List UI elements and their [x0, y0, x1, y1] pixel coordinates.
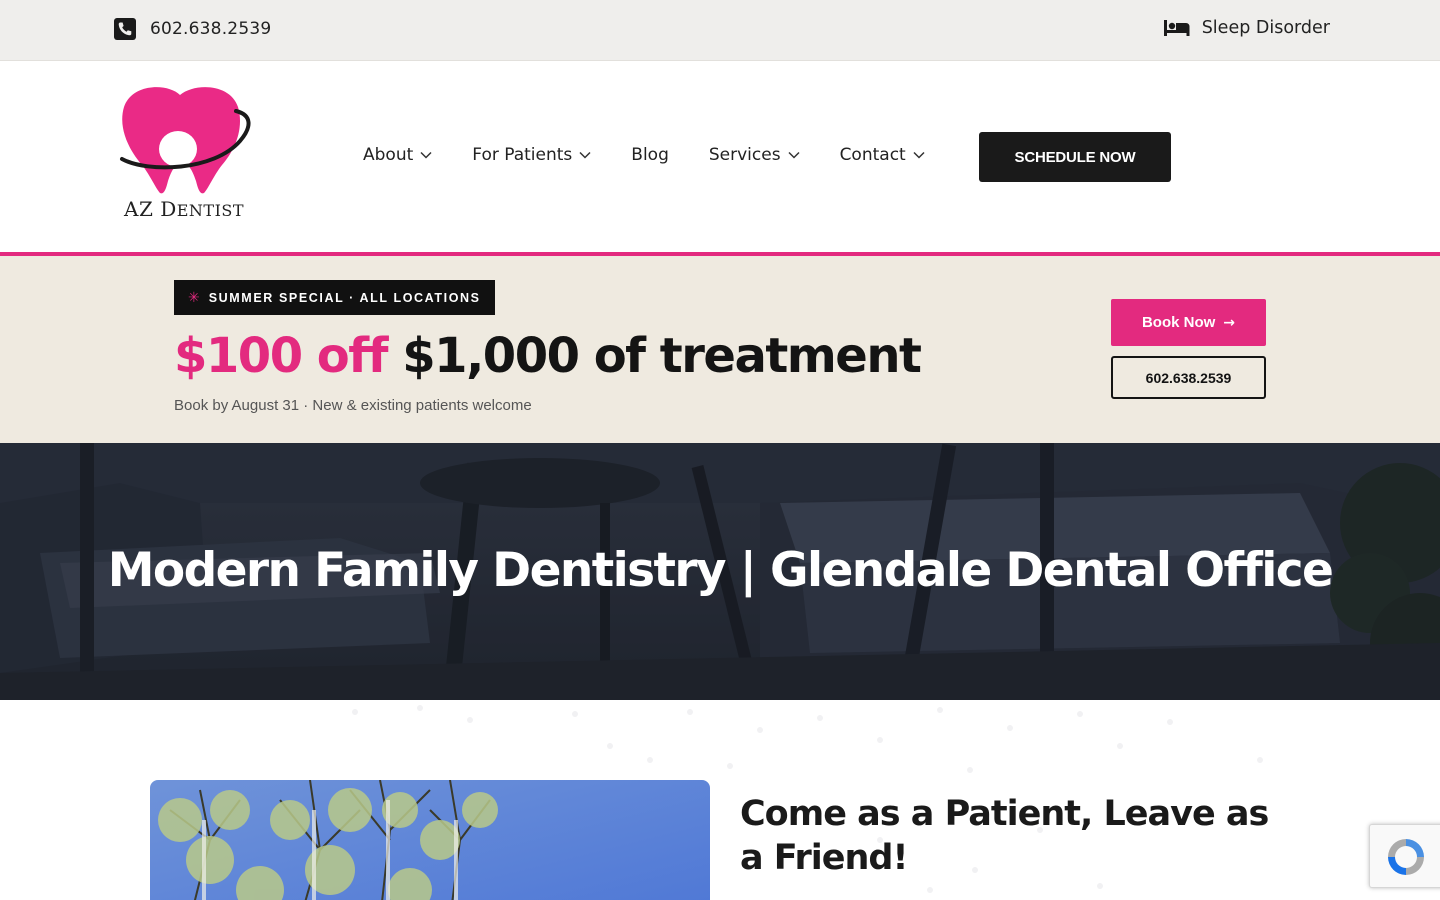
- top-phone-link[interactable]: 602.638.2539: [114, 18, 271, 40]
- chevron-down-icon: [579, 151, 591, 159]
- nav-services[interactable]: Services: [709, 145, 800, 165]
- sleep-disorder-label: Sleep Disorder: [1201, 18, 1330, 38]
- nav-services-label: Services: [708, 145, 781, 165]
- nav-for-patients-label: For Patients: [472, 145, 573, 165]
- intro-heading: Come as a Patient, Leave as a Friend!: [740, 794, 1269, 878]
- az-dentist-logo[interactable]: AZ DENTIST: [118, 85, 258, 225]
- chevron-down-icon: [420, 151, 432, 159]
- bed-icon: [1163, 20, 1190, 36]
- site-header: AZ DENTIST About For Patients Blog Servi…: [0, 61, 1440, 252]
- promo-headline: $100 off $1,000 of treatment: [174, 328, 922, 384]
- logo-text-main: AZ D: [124, 197, 177, 221]
- hero-banner: Modern Family Dentistry | Glendale Denta…: [0, 443, 1440, 700]
- book-now-label: Book Now: [1141, 314, 1216, 331]
- promo-threshold: $1,000 of treatment: [402, 328, 922, 384]
- nav-blog-label: Blog: [631, 145, 669, 165]
- logo-text-small: ENTIST: [176, 201, 245, 220]
- chevron-down-icon: [788, 151, 800, 159]
- recaptcha-badge[interactable]: [1369, 824, 1440, 888]
- promo-subtext: Book by August 31 · New & existing patie…: [174, 397, 532, 414]
- chevron-down-icon: [913, 151, 925, 159]
- tooth-logo-icon: [120, 87, 251, 194]
- top-phone-number: 602.638.2539: [150, 19, 272, 39]
- top-utility-bar: 602.638.2539 Sleep Disorder: [0, 0, 1440, 61]
- promo-badge-text: SUMMER SPECIAL · ALL LOCATIONS: [208, 290, 481, 305]
- main-navigation: About For Patients Blog Services Contact: [363, 145, 965, 165]
- sleep-disorder-link[interactable]: Sleep Disorder: [1163, 18, 1330, 38]
- nav-contact-label: Contact: [839, 145, 906, 165]
- arrow-right-icon: →: [1223, 314, 1236, 331]
- schedule-now-button[interactable]: SCHEDULE NOW: [979, 132, 1171, 182]
- book-now-button[interactable]: Book Now →: [1111, 299, 1266, 346]
- office-exterior-photo: [150, 780, 710, 900]
- nav-for-patients[interactable]: For Patients: [472, 145, 591, 165]
- nav-about-label: About: [363, 145, 414, 165]
- nav-contact[interactable]: Contact: [840, 145, 925, 165]
- logo-wordmark: AZ DENTIST: [124, 197, 244, 221]
- summer-special-banner: ✳ SUMMER SPECIAL · ALL LOCATIONS $100 of…: [0, 256, 1440, 443]
- promo-badge: ✳ SUMMER SPECIAL · ALL LOCATIONS: [174, 280, 495, 315]
- intro-section: Come as a Patient, Leave as a Friend!: [0, 700, 1440, 900]
- recaptcha-icon: [1388, 839, 1424, 875]
- phone-icon: [114, 18, 136, 40]
- nav-blog[interactable]: Blog: [631, 145, 669, 165]
- nav-about[interactable]: About: [363, 145, 432, 165]
- hero-title: Modern Family Dentistry | Glendale Denta…: [107, 543, 1334, 598]
- promo-phone-button[interactable]: 602.638.2539: [1111, 356, 1266, 399]
- promo-discount: $100 off: [174, 328, 389, 384]
- asterisk-icon: ✳: [188, 289, 200, 306]
